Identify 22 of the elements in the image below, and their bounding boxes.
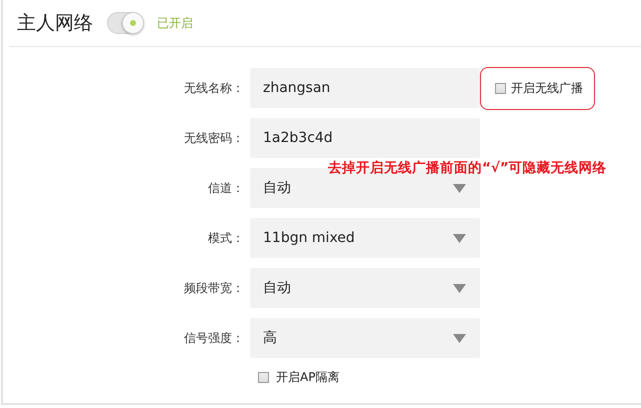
field-label: 模式： — [207, 230, 245, 247]
dropdown-arrow-icon — [453, 234, 466, 242]
dropdown-arrow-icon — [453, 284, 466, 292]
status-text: 已开启 — [157, 15, 193, 32]
dropdown-arrow-icon — [453, 184, 466, 192]
select-field[interactable]: 自动 — [250, 268, 480, 308]
checkbox[interactable] — [495, 82, 506, 94]
field-label: 频段带宽： — [183, 280, 245, 297]
select-field[interactable]: 高 — [250, 318, 480, 358]
dropdown-arrow-icon — [453, 334, 466, 342]
checkbox-label[interactable]: 开启AP隔离 — [276, 368, 340, 386]
section-title: 主人网络 — [17, 10, 93, 36]
input-field[interactable]: 1a2b3c4d — [250, 118, 480, 158]
field-label: 信道： — [207, 180, 245, 197]
checkbox[interactable] — [258, 372, 269, 382]
toggle-switch[interactable] — [107, 12, 143, 34]
field-label: 信号强度： — [183, 330, 245, 347]
input-field[interactable]: zhangsan — [250, 68, 480, 108]
field-label: 无线密码： — [183, 130, 245, 147]
field-label: 无线名称： — [183, 80, 245, 97]
select-field[interactable]: 11bgn mixed — [250, 218, 480, 258]
checkbox-label[interactable]: 开启无线广播 — [511, 79, 583, 97]
